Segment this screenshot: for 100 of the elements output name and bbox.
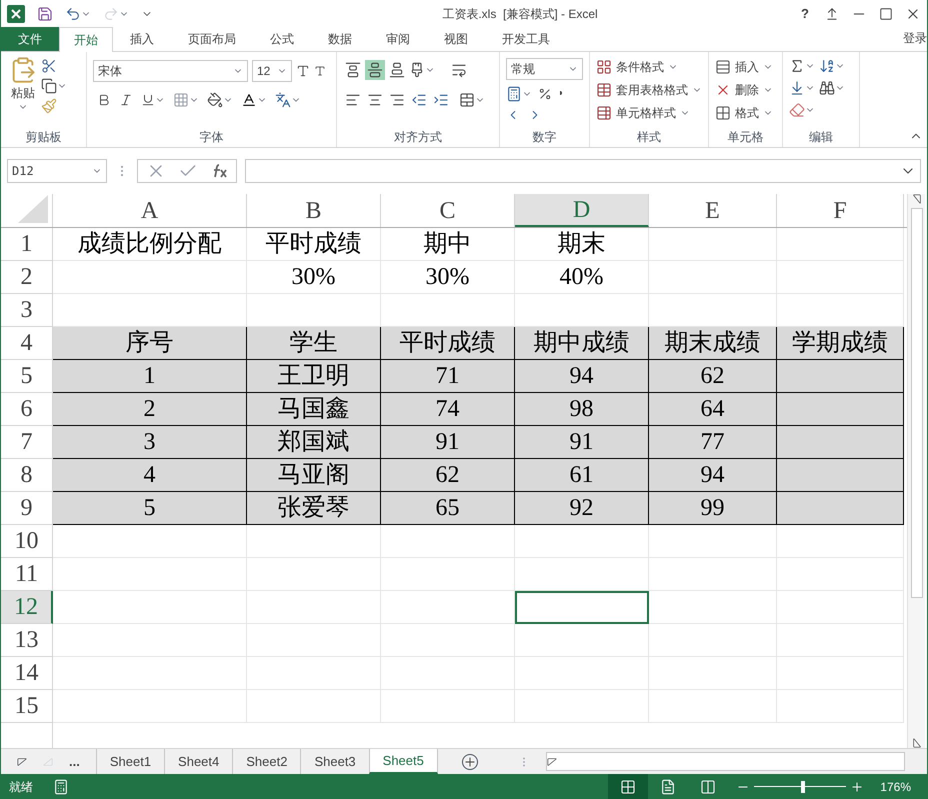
table-cell: 期中成绩 (515, 327, 649, 360)
help-button[interactable]: ? (797, 4, 813, 24)
orientation-icon[interactable] (409, 62, 425, 78)
table-cell: 平时成绩 (381, 327, 515, 360)
middle-align-icon[interactable] (367, 62, 383, 78)
font-name-field[interactable]: 宋体 (93, 60, 248, 82)
top-align-icon[interactable] (345, 62, 361, 78)
cut-icon[interactable] (41, 58, 57, 74)
fill-icon[interactable] (789, 80, 805, 96)
row-header[interactable]: 6 (1, 393, 53, 426)
bold-icon[interactable] (97, 93, 111, 107)
page-break-icon[interactable] (700, 778, 716, 794)
ribbon-tab[interactable]: 视图 (427, 27, 485, 51)
find-icon[interactable] (819, 80, 835, 96)
more-sheets-button[interactable]: ... (69, 752, 80, 772)
normal-view-icon[interactable] (620, 778, 636, 794)
decrease-indent-icon[interactable] (411, 92, 427, 108)
row-header[interactable]: 12 (1, 591, 53, 624)
ribbon-tab[interactable]: 审阅 (369, 27, 427, 51)
row-header[interactable]: 10 (1, 525, 53, 558)
column-header[interactable]: B (247, 194, 381, 227)
zoom-slider-track[interactable] (754, 780, 846, 792)
formula-input[interactable] (245, 159, 921, 183)
row-header[interactable]: 7 (1, 426, 53, 459)
row-header[interactable]: 1 (1, 228, 53, 261)
sign-in-link[interactable]: 登录 (903, 29, 927, 51)
row-header[interactable]: 14 (1, 657, 53, 690)
zoom-reading[interactable]: 176% (864, 778, 927, 796)
ribbon-tab[interactable]: 插入 (113, 27, 171, 51)
group-label: 样式 (637, 129, 661, 146)
zoom-slider-thumb[interactable] (801, 780, 806, 792)
table-cell: 3 (53, 426, 247, 459)
merge-icon[interactable] (459, 92, 475, 108)
shrink-font-icon[interactable] (314, 65, 326, 77)
row-header[interactable]: 2 (1, 261, 53, 294)
save-icon[interactable] (37, 6, 53, 22)
phonetic-icon[interactable] (275, 92, 291, 108)
cells-button[interactable]: 插入 (735, 58, 759, 76)
ribbon-tab[interactable]: 数据 (311, 27, 369, 51)
ribbon-tab[interactable]: 开发工具 (485, 27, 567, 51)
paste-button[interactable]: 粘贴 (11, 84, 35, 102)
wrap-text-icon[interactable] (451, 62, 467, 78)
column-header[interactable]: F (777, 194, 904, 227)
horizontal-scrollbar[interactable] (546, 752, 905, 771)
style-button[interactable]: 单元格样式 (616, 104, 676, 122)
row-header[interactable]: 11 (1, 558, 53, 591)
group-label: 数字 (532, 129, 556, 146)
maximize-icon[interactable] (879, 7, 893, 21)
align-left-icon[interactable] (345, 92, 361, 108)
row-header[interactable]: 8 (1, 459, 53, 492)
style-icon[interactable] (596, 105, 612, 121)
number-format-field[interactable]: 常规 (506, 58, 583, 80)
underline-icon[interactable] (141, 93, 155, 107)
style-button[interactable]: 条件格式 (616, 58, 664, 76)
group-label: 编辑 (809, 129, 833, 146)
vertical-scrollbar[interactable] (907, 194, 925, 748)
italic-icon[interactable] (119, 93, 133, 107)
column-header[interactable]: A (53, 194, 247, 227)
increase-indent-icon[interactable] (433, 92, 449, 108)
cells-icon[interactable] (715, 105, 731, 121)
ribbon-tab[interactable]: 开始 (59, 27, 113, 52)
percent-icon[interactable] (538, 87, 552, 101)
page-layout-icon[interactable] (660, 778, 676, 794)
row-header[interactable]: 4 (1, 327, 53, 360)
align-center-icon[interactable] (367, 92, 383, 108)
zoom-in-icon[interactable] (850, 780, 864, 794)
align-right-icon[interactable] (389, 92, 405, 108)
row-header[interactable]: 3 (1, 294, 53, 327)
ribbon-tab[interactable]: 文件 (1, 27, 59, 51)
style-icon[interactable] (596, 82, 612, 98)
column-header[interactable]: E (649, 194, 777, 227)
row-header[interactable]: 15 (1, 690, 53, 723)
row-header[interactable]: 13 (1, 624, 53, 657)
ribbon-display-icon[interactable] (825, 7, 839, 21)
ribbon-tab[interactable]: 公式 (253, 27, 311, 51)
cells-button[interactable]: 删除 (735, 81, 759, 99)
row-header[interactable]: 5 (1, 360, 53, 393)
grow-font-icon[interactable] (296, 64, 310, 78)
style-button[interactable]: 套用表格格式 (616, 81, 688, 99)
row-header[interactable]: 9 (1, 492, 53, 525)
ribbon-tab[interactable]: 页面布局 (171, 27, 253, 51)
table-cell: 94 (515, 360, 649, 393)
add-sheet-icon[interactable] (462, 754, 478, 770)
name-box[interactable]: D12 (7, 159, 107, 183)
undo-icon[interactable] (65, 6, 81, 22)
borders-icon[interactable] (173, 92, 189, 108)
cells-button[interactable]: 格式 (735, 104, 759, 122)
table-cell: 期末 (515, 228, 649, 261)
bottom-align-icon[interactable] (389, 62, 405, 78)
style-icon[interactable] (596, 59, 612, 75)
font-color-icon[interactable] (241, 92, 257, 108)
sort-filter-icon[interactable] (819, 58, 835, 74)
table-cell: 64 (649, 393, 777, 426)
column-header[interactable]: D (515, 194, 649, 227)
cells-icon[interactable] (715, 59, 731, 75)
font-size-field[interactable]: 12 (252, 60, 292, 82)
sheet-tab[interactable]: Sheet5 (368, 749, 438, 774)
copy-icon[interactable] (41, 78, 57, 94)
clear-icon[interactable] (789, 102, 805, 118)
fill-color-icon[interactable] (207, 92, 223, 108)
